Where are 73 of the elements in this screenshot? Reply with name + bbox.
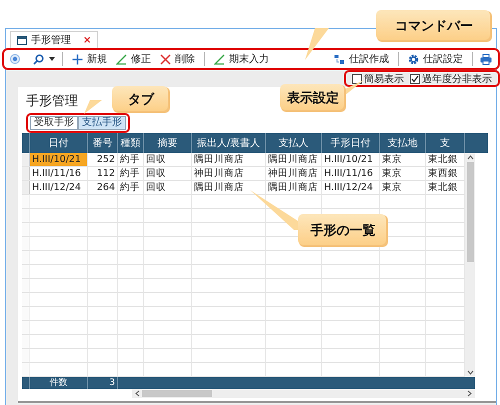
scrollbar-thumb[interactable] xyxy=(142,390,212,397)
journal-icon xyxy=(334,54,345,64)
scroll-right-icon[interactable] xyxy=(467,390,472,397)
pencil-icon xyxy=(116,54,127,64)
table-cell[interactable]: H.III/10/21 xyxy=(322,153,380,166)
table-cell[interactable]: 回収 xyxy=(144,181,192,194)
vertical-scrollbar[interactable] xyxy=(465,153,475,377)
column-header[interactable]: 支 xyxy=(426,133,465,153)
table-cell[interactable]: 約手 xyxy=(118,167,144,180)
printer-icon[interactable] xyxy=(480,54,492,64)
checkbox[interactable] xyxy=(410,74,420,84)
table-cell[interactable]: H.III/12/24 xyxy=(30,181,88,194)
checkbox-option[interactable]: 過年度分非表示 xyxy=(410,72,492,86)
toolbar-button[interactable]: 仕訳設定 xyxy=(406,52,465,66)
table-cell[interactable]: 神田川商店 xyxy=(266,167,322,180)
scroll-left-icon[interactable] xyxy=(135,390,140,397)
row-header[interactable] xyxy=(22,153,30,166)
column-header[interactable]: 支払人 xyxy=(266,133,322,153)
checkbox[interactable] xyxy=(352,74,362,84)
tab[interactable]: 支払手形 xyxy=(78,116,126,130)
table-cell[interactable]: 東京 xyxy=(380,153,426,166)
scroll-down-icon[interactable] xyxy=(466,370,474,375)
column-header[interactable]: 番号 xyxy=(88,133,118,153)
scrollbar-thumb[interactable] xyxy=(466,162,474,262)
toolbar-button[interactable]: 修正 xyxy=(114,52,153,66)
table-cell[interactable]: 東京 xyxy=(380,167,426,180)
page-title: 手形管理 xyxy=(26,93,78,111)
toolbar-button[interactable]: 削除 xyxy=(158,52,197,66)
cross-icon xyxy=(160,54,171,64)
table-cell[interactable]: 264 xyxy=(88,181,118,194)
table-cell[interactable]: 252 xyxy=(88,153,118,166)
callout-tooltip: タブ xyxy=(84,86,170,114)
gear-icon xyxy=(408,54,419,64)
table-cell[interactable]: 隅田川商店 xyxy=(192,153,266,166)
tab[interactable]: 受取手形 xyxy=(30,116,78,130)
column-header[interactable]: 支払地 xyxy=(380,133,426,153)
table-cell[interactable]: 神田川商店 xyxy=(192,167,266,180)
column-header[interactable]: 振出人/裏書人 xyxy=(192,133,266,153)
row-header[interactable] xyxy=(22,181,30,194)
column-header[interactable]: 種類 xyxy=(118,133,144,153)
table-cell[interactable]: H.III/10/21 xyxy=(30,153,88,166)
horizontal-scrollbar[interactable] xyxy=(132,389,475,398)
column-header[interactable]: 摘要 xyxy=(144,133,192,153)
dropdown-caret-icon[interactable] xyxy=(49,57,55,61)
pin-icon[interactable] xyxy=(10,54,20,64)
table-cell[interactable]: 回収 xyxy=(144,153,192,166)
table-cell[interactable]: 112 xyxy=(88,167,118,180)
scroll-up-icon[interactable] xyxy=(466,155,474,160)
row-header[interactable] xyxy=(22,167,30,180)
toolbar-button[interactable]: 仕訳作成 xyxy=(332,52,391,66)
table-cell[interactable]: 約手 xyxy=(118,153,144,166)
toolbar-button[interactable]: 新規 xyxy=(70,52,109,66)
table-cell[interactable]: 隅田川商店 xyxy=(266,153,322,166)
window-icon xyxy=(17,36,27,44)
table-cell[interactable]: 約手 xyxy=(118,181,144,194)
search-icon[interactable] xyxy=(33,54,44,64)
table-cell[interactable]: H.III/11/16 xyxy=(322,167,380,180)
pencil-icon xyxy=(214,54,225,64)
count-value: 3 xyxy=(88,377,118,389)
callout-tooltip: 手形の一覧 xyxy=(250,190,388,247)
count-label: 件数 xyxy=(30,377,88,389)
table-cell[interactable]: 隅田川商店 xyxy=(266,181,322,194)
table-cell[interactable]: 回収 xyxy=(144,167,192,180)
table-cell[interactable]: H.III/12/24 xyxy=(322,181,380,194)
document-tab[interactable]: 手形管理 × xyxy=(10,31,98,48)
toolbar-button[interactable]: 期末入力 xyxy=(212,52,271,66)
table-cell[interactable]: H.III/11/16 xyxy=(30,167,88,180)
close-tab-button[interactable]: × xyxy=(83,34,92,46)
document-tab-title: 手形管理 xyxy=(31,34,71,47)
table-cell[interactable]: 東京 xyxy=(380,181,426,194)
plus-icon xyxy=(72,54,83,64)
column-header[interactable]: 手形日付 xyxy=(322,133,380,153)
callout-tooltip: 表示設定 xyxy=(280,80,366,112)
